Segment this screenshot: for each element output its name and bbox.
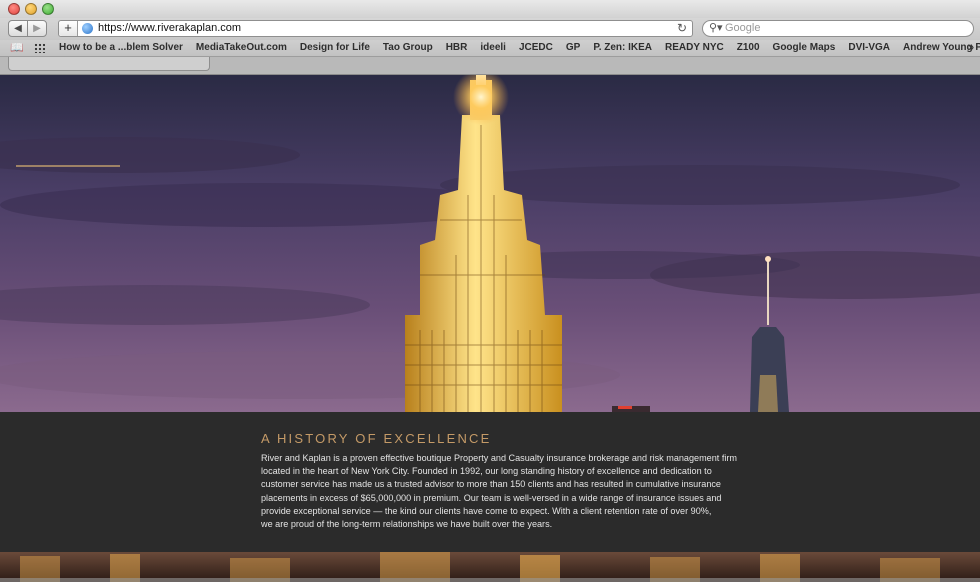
bookmark-item[interactable]: P. Zen: IKEA xyxy=(593,40,652,55)
tab-strip xyxy=(0,57,980,75)
search-icon: ⚲▾ xyxy=(709,22,723,34)
bookmark-item[interactable]: READY NYC xyxy=(665,40,724,55)
body-line: customer service has made us a trusted a… xyxy=(261,479,721,490)
bookmark-item[interactable]: DVI-VGA xyxy=(848,40,890,55)
body-line: we are proud of the long-term relationsh… xyxy=(261,519,553,530)
bookmark-list: How to be a ...blem Solver MediaTakeOut.c… xyxy=(59,40,980,55)
city-skyline-image-strip xyxy=(0,552,980,582)
bookmark-item[interactable]: JCEDC xyxy=(519,40,553,55)
body-line: provide exceptional service — the kind o… xyxy=(261,505,712,516)
browser-toolbar: ◀ ▶ + https://www.riverakaplan.com ↻ ⚲▾ … xyxy=(0,18,980,40)
zoom-window-button[interactable] xyxy=(42,3,54,15)
web-page: A HISTORY OF EXCELLENCE River and Kaplan… xyxy=(0,75,980,582)
back-button[interactable]: ◀ xyxy=(8,20,28,37)
forward-button[interactable]: ▶ xyxy=(27,20,47,37)
bookmark-item[interactable]: HBR xyxy=(446,40,468,55)
body-line: placements in excess of $65,000,000 in p… xyxy=(261,492,722,503)
bookmark-item[interactable]: Tao Group xyxy=(383,40,433,55)
url-text[interactable]: https://www.riverakaplan.com xyxy=(98,22,241,35)
reading-list-icon[interactable]: 📖 xyxy=(10,41,24,55)
tab-current[interactable] xyxy=(8,57,210,71)
minimize-window-button[interactable] xyxy=(25,3,37,15)
window-titlebar xyxy=(0,0,980,18)
section-body: River and Kaplan is a proven effective b… xyxy=(261,452,751,531)
body-line: located in the heart of New York City. F… xyxy=(261,466,712,477)
bookmark-item[interactable]: How to be a ...blem Solver xyxy=(59,40,183,55)
section-title: A HISTORY OF EXCELLENCE xyxy=(261,431,492,446)
bookmark-item[interactable]: Google Maps xyxy=(773,40,836,55)
close-window-button[interactable] xyxy=(8,3,20,15)
globe-icon xyxy=(82,23,93,34)
bookmark-item[interactable]: Design for Life xyxy=(300,40,370,55)
search-placeholder: Google xyxy=(725,22,761,34)
hero-image-empire-state-building xyxy=(0,75,980,412)
bookmark-item[interactable]: GP xyxy=(566,40,580,55)
bookmark-item[interactable]: MediaTakeOut.com xyxy=(196,40,287,55)
reload-icon[interactable]: ↻ xyxy=(677,21,687,36)
forward-arrow-icon: ▶ xyxy=(33,23,41,34)
bookmarks-overflow-chevron-icon[interactable]: » xyxy=(968,40,974,55)
bookmark-item[interactable]: ideeli xyxy=(480,40,506,55)
plus-icon: + xyxy=(64,20,72,35)
add-bookmark-button[interactable]: + xyxy=(59,21,78,36)
body-line: River and Kaplan is a proven effective b… xyxy=(261,453,738,463)
history-section: A HISTORY OF EXCELLENCE River and Kaplan… xyxy=(0,412,980,552)
bookmarks-bar: 📖 How to be a ...blem Solver MediaTakeOut… xyxy=(0,40,980,57)
search-field[interactable]: ⚲▾ Google xyxy=(702,20,974,37)
bookmark-item[interactable]: Z100 xyxy=(737,40,760,55)
top-sites-grid-icon[interactable] xyxy=(34,43,45,53)
address-bar[interactable]: + https://www.riverakaplan.com ↻ xyxy=(58,20,693,37)
back-arrow-icon: ◀ xyxy=(14,23,22,34)
